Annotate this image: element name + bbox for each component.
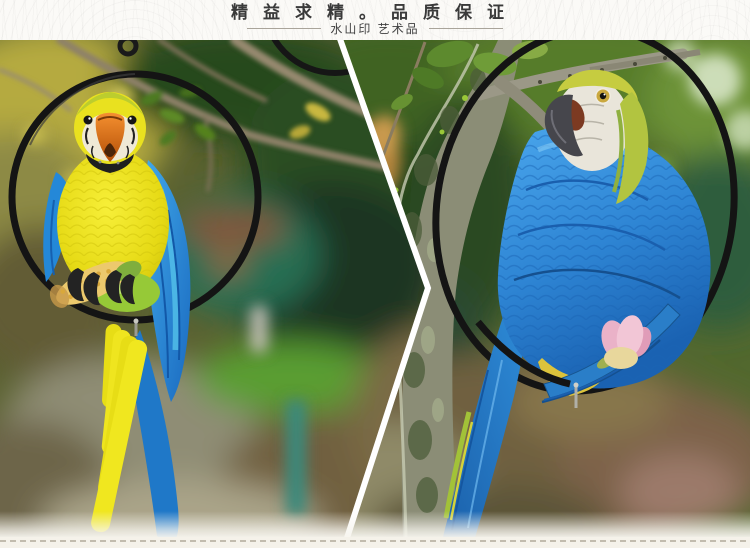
banner-subtitle-row: 水山印 艺术品 bbox=[0, 21, 750, 36]
banner-header: 精益求精。品质保证 水山印 艺术品 bbox=[0, 0, 750, 40]
photo-strip bbox=[0, 40, 750, 537]
subtitle-right-rule bbox=[428, 28, 503, 29]
banner-subtitle: 水山印 艺术品 bbox=[330, 22, 420, 36]
subtitle-left-rule bbox=[247, 28, 322, 29]
banner-title: 精益求精。品质保证 bbox=[231, 3, 519, 22]
product-banner-page: 精益求精。品质保证 水山印 艺术品 bbox=[0, 0, 750, 548]
perforation-line bbox=[0, 540, 750, 542]
perforation-footer bbox=[0, 537, 750, 548]
